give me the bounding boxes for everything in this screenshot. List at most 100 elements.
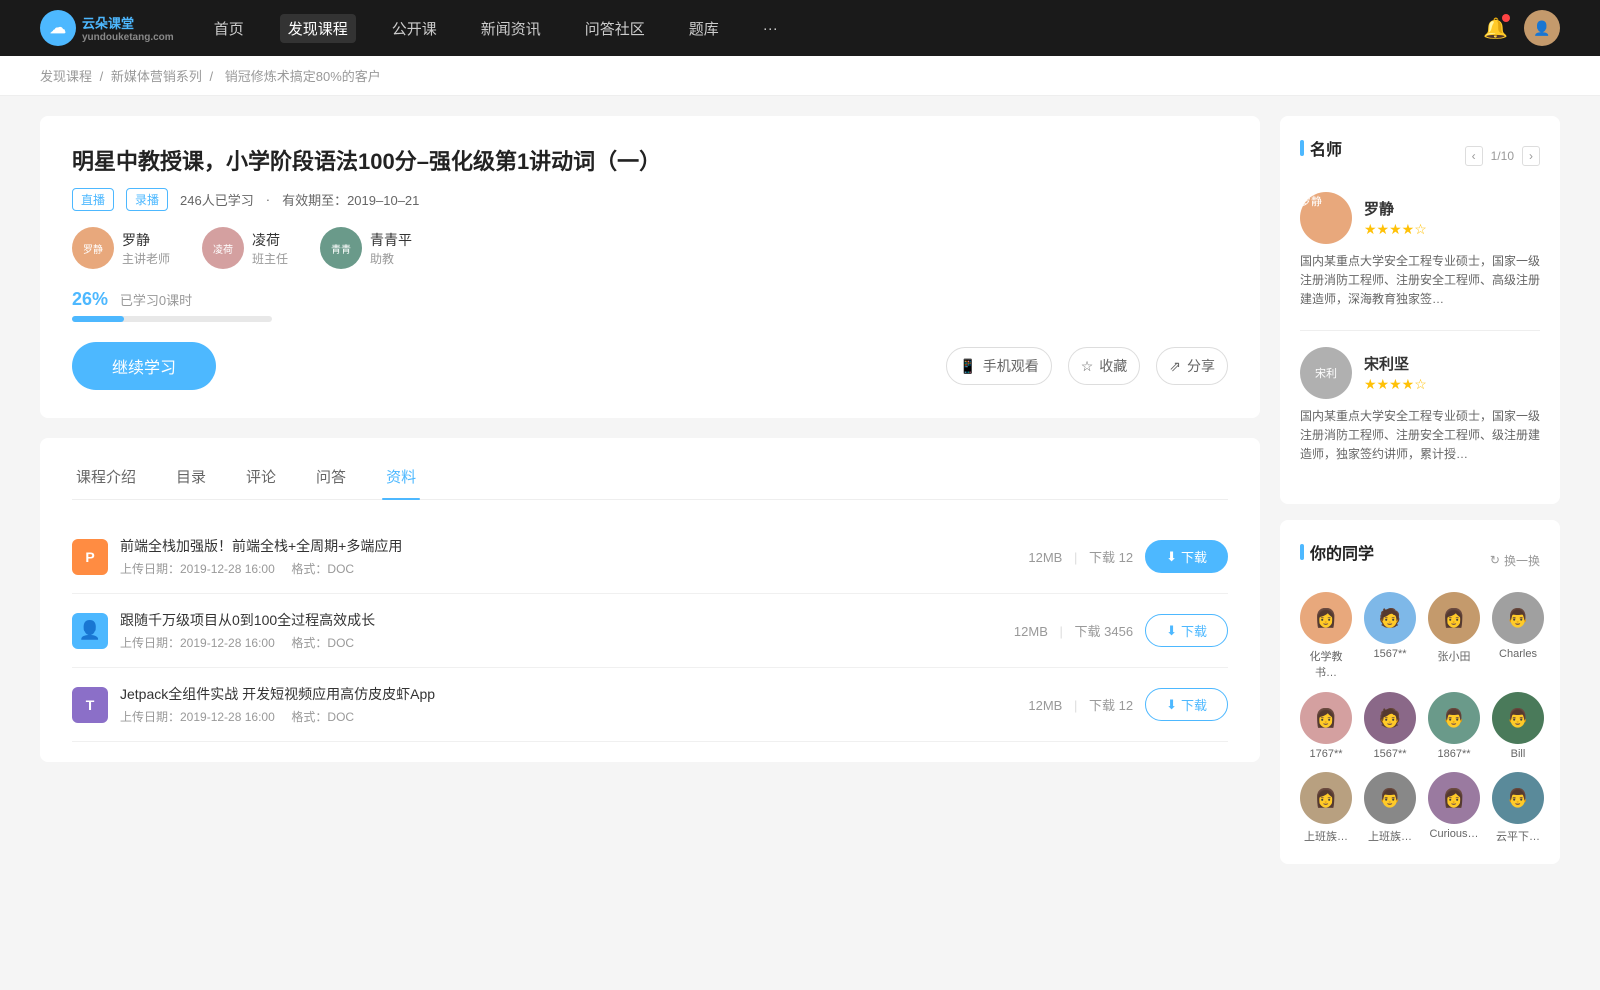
students-header: 你的同学 ↻ 换一换 <box>1300 540 1540 580</box>
share-button[interactable]: ⇗ 分享 <box>1156 347 1228 385</box>
student-6-avatar: 🧑 <box>1364 692 1416 744</box>
sidebar-teacher-1-stars: ★★★★☆ <box>1364 221 1427 238</box>
resource-meta-1: 上传日期：2019-12-28 16:00 格式：DOC <box>120 560 1016 577</box>
tag-live: 直播 <box>72 188 114 211</box>
star-icon: ☆ <box>1081 358 1094 375</box>
teacher-3-info: 青青平 助教 <box>370 230 412 267</box>
student-12-name: 云平下… <box>1496 828 1540 844</box>
student-10: 👨 上班族… <box>1364 772 1416 844</box>
teacher-2-info: 凌荷 班主任 <box>252 230 288 267</box>
sidebar-teacher-2-desc: 国内某重点大学安全工程专业硕士，国家一级注册消防工程师、注册安全工程师、级注册建… <box>1300 407 1540 465</box>
resource-title-2: 跟随千万级项目从0到100全过程高效成长 <box>120 610 1002 630</box>
tabs-section: 课程介绍 目录 评论 问答 资料 P 前端全栈加强版！前端全栈+全周期+多端应用… <box>40 438 1260 762</box>
student-1: 👩 化学教书… <box>1300 592 1352 680</box>
student-2-avatar: 🧑 <box>1364 592 1416 644</box>
sidebar-teacher-2-stars: ★★★★☆ <box>1364 376 1427 393</box>
resource-info-1: 前端全栈加强版！前端全栈+全周期+多端应用 上传日期：2019-12-28 16… <box>120 536 1016 577</box>
resource-item-3: T Jetpack全组件实战 开发短视频应用高仿皮皮虾App 上传日期：2019… <box>72 668 1228 742</box>
mobile-watch-button[interactable]: 📱 手机观看 <box>946 347 1051 385</box>
students-sidebar-card: 你的同学 ↻ 换一换 👩 化学教书… 🧑 1567** 👩 张 <box>1280 520 1560 864</box>
teacher-1-name: 罗静 <box>122 230 170 250</box>
user-avatar-nav[interactable]: 👤 <box>1524 10 1560 46</box>
download-button-1[interactable]: ⬇ 下载 <box>1145 540 1228 573</box>
favorite-button[interactable]: ☆ 收藏 <box>1068 347 1141 385</box>
nav-news[interactable]: 新闻资讯 <box>473 14 549 43</box>
sidebar-teacher-1-desc: 国内某重点大学安全工程专业硕士，国家一级注册消防工程师、注册安全工程师、高级注册… <box>1300 252 1540 310</box>
teachers-prev-button[interactable]: ‹ <box>1465 146 1483 166</box>
student-6-name: 1567** <box>1373 748 1406 760</box>
teacher-2-role: 班主任 <box>252 250 288 267</box>
student-4: 👨 Charles <box>1492 592 1544 680</box>
tab-qa[interactable]: 问答 <box>312 454 350 499</box>
resource-title-1: 前端全栈加强版！前端全栈+全周期+多端应用 <box>120 536 1016 556</box>
teacher-1-role: 主讲老师 <box>122 250 170 267</box>
download-icon-1: ⬇ <box>1166 549 1177 565</box>
refresh-button[interactable]: ↻ 换一换 <box>1490 552 1540 569</box>
student-7-avatar: 👨 <box>1428 692 1480 744</box>
student-2: 🧑 1567** <box>1364 592 1416 680</box>
sidebar-teacher-1: 罗静 罗静 ★★★★☆ 国内某重点大学安全工程专业硕士，国家一级注册消防工程师、… <box>1300 192 1540 310</box>
nav-more[interactable]: ··· <box>755 16 786 41</box>
teacher-separator <box>1300 330 1540 331</box>
resource-item-2: 👤 跟随千万级项目从0到100全过程高效成长 上传日期：2019-12-28 1… <box>72 594 1228 668</box>
teacher-1: 罗静 罗静 主讲老师 <box>72 227 170 269</box>
progress-percent: 26% <box>72 289 108 309</box>
sidebar-teacher-1-name: 罗静 <box>1364 198 1427 219</box>
progress-bar-bg <box>72 316 272 322</box>
nav-qa[interactable]: 问答社区 <box>577 14 653 43</box>
sidebar-teacher-2-header: 宋利 宋利坚 ★★★★☆ <box>1300 347 1540 399</box>
sidebar-teacher-1-header: 罗静 罗静 ★★★★☆ <box>1300 192 1540 244</box>
tab-catalog[interactable]: 目录 <box>172 454 210 499</box>
student-10-name: 上班族… <box>1368 828 1412 844</box>
student-3: 👩 张小田 <box>1428 592 1480 680</box>
students-grid: 👩 化学教书… 🧑 1567** 👩 张小田 👨 Charles 👩 <box>1300 592 1540 844</box>
continue-button[interactable]: 继续学习 <box>72 342 216 390</box>
logo-sub: yundouketang.com <box>82 32 174 43</box>
teacher-2: 凌荷 凌荷 班主任 <box>202 227 288 269</box>
logo[interactable]: ☁ 云朵课堂 yundouketang.com <box>40 10 174 46</box>
breadcrumb-link-2[interactable]: 新媒体营销系列 <box>111 69 202 84</box>
teachers-next-button[interactable]: › <box>1522 146 1540 166</box>
course-title: 明星中教授课，小学阶段语法100分–强化级第1讲动词（一） <box>72 144 1228 176</box>
student-3-avatar: 👩 <box>1428 592 1480 644</box>
tabs-content: P 前端全栈加强版！前端全栈+全周期+多端应用 上传日期：2019-12-28 … <box>72 500 1228 762</box>
nav-quiz[interactable]: 题库 <box>681 14 727 43</box>
teachers-sidebar-title: 名师 <box>1300 136 1342 160</box>
nav-open[interactable]: 公开课 <box>384 14 445 43</box>
student-7-name: 1867** <box>1437 748 1470 760</box>
nav-items: 首页 发现课程 公开课 新闻资讯 问答社区 题库 ··· <box>206 14 1451 43</box>
teacher-2-name: 凌荷 <box>252 230 288 250</box>
nav-discover[interactable]: 发现课程 <box>280 14 356 43</box>
download-button-3[interactable]: ⬇ 下载 <box>1145 688 1228 721</box>
teachers-nav: ‹ 1/10 › <box>1465 146 1540 166</box>
sidebar: 名师 ‹ 1/10 › 罗静 罗静 ★ <box>1280 116 1560 880</box>
student-7: 👨 1867** <box>1428 692 1480 760</box>
navbar: ☁ 云朵课堂 yundouketang.com 首页 发现课程 公开课 新闻资讯… <box>0 0 1600 56</box>
resource-icon-3: T <box>72 687 108 723</box>
nav-home[interactable]: 首页 <box>206 14 252 43</box>
tab-intro[interactable]: 课程介绍 <box>72 454 140 499</box>
student-10-avatar: 👨 <box>1364 772 1416 824</box>
student-8-avatar: 👨 <box>1492 692 1544 744</box>
student-6: 🧑 1567** <box>1364 692 1416 760</box>
resource-info-2: 跟随千万级项目从0到100全过程高效成长 上传日期：2019-12-28 16:… <box>120 610 1002 651</box>
progress-section: 26% 已学习0课时 <box>72 289 1228 322</box>
notification-bell[interactable]: 🔔 <box>1483 16 1508 41</box>
resource-icon-2: 👤 <box>72 613 108 649</box>
expire-date: 有效期至：2019–10–21 <box>282 190 419 209</box>
download-icon-2: ⬇ <box>1166 623 1177 639</box>
tab-resources[interactable]: 资料 <box>382 454 420 499</box>
course-actions: 继续学习 📱 手机观看 ☆ 收藏 ⇗ 分享 <box>72 342 1228 390</box>
breadcrumb-link-1[interactable]: 发现课程 <box>40 69 92 84</box>
teacher-3: 青青 青青平 助教 <box>320 227 412 269</box>
download-button-2[interactable]: ⬇ 下载 <box>1145 614 1228 647</box>
student-4-name: Charles <box>1499 648 1537 660</box>
refresh-icon: ↻ <box>1490 553 1500 567</box>
teacher-1-avatar: 罗静 <box>72 227 114 269</box>
tab-review[interactable]: 评论 <box>242 454 280 499</box>
main-layout: 明星中教授课，小学阶段语法100分–强化级第1讲动词（一） 直播 录播 246人… <box>0 96 1600 900</box>
student-3-name: 张小田 <box>1438 648 1471 664</box>
student-4-avatar: 👨 <box>1492 592 1544 644</box>
breadcrumb-current: 销冠修炼术搞定80%的客户 <box>225 69 381 84</box>
resource-meta-2: 上传日期：2019-12-28 16:00 格式：DOC <box>120 634 1002 651</box>
